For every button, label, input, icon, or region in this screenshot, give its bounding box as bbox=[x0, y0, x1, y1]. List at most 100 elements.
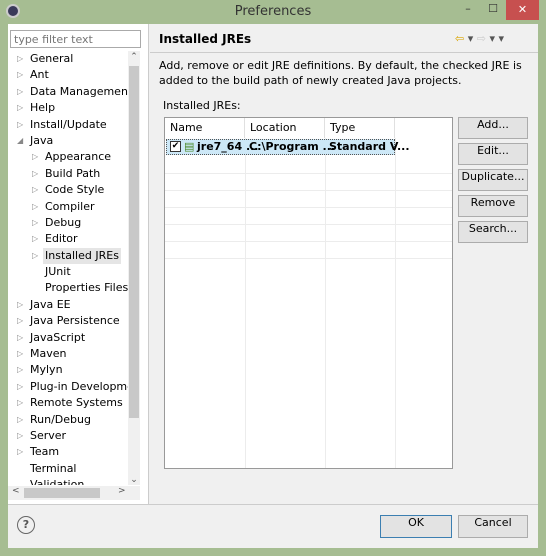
tree-item-label: Editor bbox=[45, 232, 78, 246]
tree-item[interactable]: ▷ Team bbox=[8, 444, 128, 460]
tree-item-label: Java Persistence bbox=[30, 314, 120, 328]
tree-item-label: Maven bbox=[30, 347, 67, 361]
expand-arrow-icon[interactable]: ▷ bbox=[17, 444, 23, 460]
tree-item-label: General bbox=[30, 52, 74, 65]
tree-item[interactable]: ◢ Java bbox=[8, 133, 128, 149]
expand-arrow-icon[interactable]: ▷ bbox=[32, 231, 38, 247]
tree-item[interactable]: ▷ Maven bbox=[8, 346, 128, 362]
expand-arrow-icon[interactable]: ▷ bbox=[17, 362, 23, 378]
tree-item[interactable]: ▷ General bbox=[8, 51, 128, 67]
tree-horizontal-scroll-thumb[interactable] bbox=[24, 488, 100, 498]
tree-item[interactable]: ▷ Server bbox=[8, 428, 128, 444]
tree-item[interactable]: ▷ Run/Debug bbox=[8, 412, 128, 428]
tree-item-label: JavaScript bbox=[30, 330, 86, 344]
tree-item-label: Server bbox=[30, 428, 67, 442]
tree-item[interactable]: ▷ Ant bbox=[8, 67, 128, 83]
scroll-down-icon[interactable]: ⌄ bbox=[128, 475, 140, 485]
tree-item-label: Data Management bbox=[30, 84, 128, 98]
table-row[interactable]: ✔ ▤ jre7_64 ... C:\Program ... Standard … bbox=[166, 139, 410, 155]
help-icon[interactable]: ? bbox=[17, 516, 35, 534]
expand-arrow-icon[interactable]: ▷ bbox=[17, 428, 23, 444]
tree-item[interactable]: ▷ Plug-in Development bbox=[8, 379, 128, 395]
maximize-button[interactable]: ☐ bbox=[481, 2, 505, 20]
forward-arrow-icon[interactable]: ⇨ bbox=[477, 32, 486, 45]
scroll-up-icon[interactable]: ⌃ bbox=[128, 51, 140, 63]
history-navigation-icons[interactable]: ⇦ ▾ ⇨ ▾ ▾ bbox=[455, 32, 504, 45]
add-button[interactable]: Add... bbox=[458, 117, 528, 139]
column-header-location[interactable]: Location bbox=[245, 118, 325, 138]
tree-item-label: Appearance bbox=[45, 150, 112, 164]
expand-arrow-icon[interactable]: ▷ bbox=[17, 51, 23, 67]
tree-item-label: Mylyn bbox=[30, 363, 63, 377]
tree-item-label: JUnit bbox=[45, 265, 71, 279]
expand-arrow-icon[interactable]: ▷ bbox=[17, 297, 23, 313]
collapse-arrow-icon[interactable]: ◢ bbox=[17, 133, 23, 149]
tree-item[interactable]: ▷ Help bbox=[8, 100, 128, 116]
expand-arrow-icon[interactable]: ▷ bbox=[17, 330, 23, 346]
close-button[interactable]: ✕ bbox=[506, 0, 539, 20]
tree-item[interactable]: ▷ Appearance bbox=[8, 149, 128, 165]
tree-vertical-scroll-thumb[interactable] bbox=[129, 66, 139, 418]
tree-item[interactable]: ▷ Build Path bbox=[8, 166, 128, 182]
cancel-button[interactable]: Cancel bbox=[458, 515, 528, 538]
jre-type-cell: Standard V... bbox=[329, 140, 410, 153]
tree-item-label: Code Style bbox=[45, 183, 105, 197]
expand-arrow-icon[interactable]: ▷ bbox=[17, 100, 23, 116]
tree-item-label: Plug-in Development bbox=[30, 379, 128, 393]
tree-item[interactable]: Terminal bbox=[8, 461, 128, 477]
tree-item[interactable]: ▷ Java Persistence bbox=[8, 313, 128, 329]
tree-item-label: Build Path bbox=[45, 166, 101, 180]
page-title: Installed JREs bbox=[159, 32, 252, 46]
tree-item[interactable]: JUnit bbox=[8, 264, 128, 280]
scroll-right-icon[interactable]: > bbox=[118, 486, 126, 496]
tree-item[interactable]: ▷ Data Management bbox=[8, 84, 128, 100]
tree-item[interactable]: ▷ Java EE bbox=[8, 297, 128, 313]
pane-divider[interactable] bbox=[148, 24, 149, 504]
expand-arrow-icon[interactable]: ▷ bbox=[17, 84, 23, 100]
tree-item-label: Ant bbox=[30, 68, 49, 82]
column-header-type[interactable]: Type bbox=[325, 118, 395, 138]
expand-arrow-icon[interactable]: ▷ bbox=[32, 215, 38, 231]
tree-item[interactable]: ▷ Debug bbox=[8, 215, 128, 231]
expand-arrow-icon[interactable]: ▷ bbox=[32, 182, 38, 198]
duplicate-button[interactable]: Duplicate... bbox=[458, 169, 528, 191]
edit-button[interactable]: Edit... bbox=[458, 143, 528, 165]
expand-arrow-icon[interactable]: ▷ bbox=[17, 379, 23, 395]
jre-default-checkbox[interactable]: ✔ bbox=[170, 141, 181, 152]
tree-item[interactable]: ▷ Compiler bbox=[8, 199, 128, 215]
tree-item-label: Java EE bbox=[30, 297, 71, 311]
expand-arrow-icon[interactable]: ▷ bbox=[17, 412, 23, 428]
column-header-name[interactable]: Name bbox=[165, 118, 245, 138]
tree-item[interactable]: ▷ Mylyn bbox=[8, 362, 128, 378]
tree-item[interactable]: ▷ Installed JREs bbox=[8, 247, 128, 265]
tree-item[interactable]: Properties Files Editor bbox=[8, 280, 128, 296]
tree-item[interactable]: ▷ Code Style bbox=[8, 182, 128, 198]
tree-item[interactable]: ▷ Install/Update bbox=[8, 117, 128, 133]
tree-item[interactable]: ▷ Editor bbox=[8, 231, 128, 247]
tree-item[interactable]: ▷ JavaScript bbox=[8, 330, 128, 346]
filter-input[interactable] bbox=[10, 30, 141, 48]
tree-item-label: Compiler bbox=[45, 199, 95, 213]
expand-arrow-icon[interactable]: ▷ bbox=[17, 67, 23, 83]
back-arrow-icon[interactable]: ⇦ bbox=[455, 32, 464, 45]
footer-separator bbox=[8, 504, 538, 505]
scroll-left-icon[interactable]: < bbox=[12, 486, 20, 496]
expand-arrow-icon[interactable]: ▷ bbox=[17, 395, 23, 411]
expand-arrow-icon[interactable]: ▷ bbox=[32, 199, 38, 215]
tree-item[interactable]: Validation bbox=[8, 477, 128, 485]
remove-button[interactable]: Remove bbox=[458, 195, 528, 217]
expand-arrow-icon[interactable]: ▷ bbox=[32, 166, 38, 182]
expand-arrow-icon[interactable]: ▷ bbox=[17, 346, 23, 362]
expand-arrow-icon[interactable]: ▷ bbox=[17, 313, 23, 329]
expand-arrow-icon[interactable]: ▷ bbox=[32, 149, 38, 165]
tree-item-label: Help bbox=[30, 101, 56, 115]
page-description: Add, remove or edit JRE definitions. By … bbox=[159, 59, 522, 87]
view-menu-icon[interactable]: ▾ bbox=[498, 32, 504, 45]
search-button[interactable]: Search... bbox=[458, 221, 528, 243]
expand-arrow-icon[interactable]: ▷ bbox=[17, 117, 23, 133]
ok-button[interactable]: OK bbox=[380, 515, 452, 538]
expand-arrow-icon[interactable]: ▷ bbox=[32, 248, 38, 264]
jre-library-icon: ▤ bbox=[184, 140, 195, 153]
minimize-button[interactable]: – bbox=[456, 2, 480, 20]
tree-item[interactable]: ▷ Remote Systems bbox=[8, 395, 128, 411]
